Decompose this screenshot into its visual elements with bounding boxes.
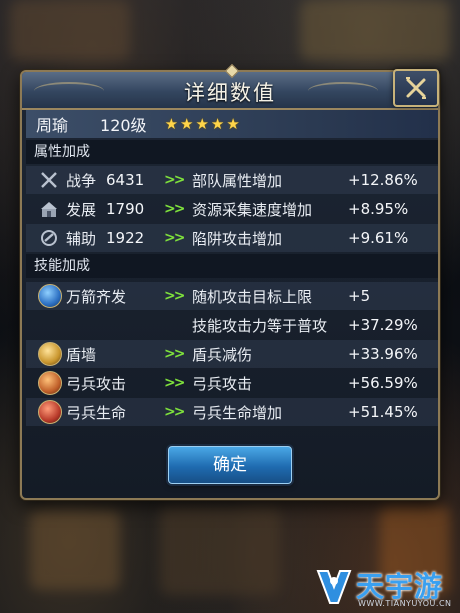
gamepad-logo-icon: [316, 570, 352, 604]
skill-section-header: 技能加成: [26, 254, 438, 278]
skill-name: 弓兵生命: [66, 403, 127, 422]
dialog-title: 详细数值: [184, 81, 276, 105]
double-chevron-right-icon: >>: [164, 230, 186, 246]
skill-row: 弓兵攻击 >> 弓兵攻击 +56.59%: [26, 369, 438, 397]
attribute-bonus: +12.86%: [348, 171, 418, 189]
attribute-bonus: +8.95%: [348, 200, 409, 218]
attribute-name: 战争: [66, 171, 97, 190]
double-chevron-right-icon: >>: [164, 201, 186, 217]
attribute-value: 1790: [106, 200, 145, 218]
close-button[interactable]: [393, 69, 439, 107]
assist-icon: [38, 227, 60, 249]
attribute-row-development: 发展 1790 >> 资源采集速度增加 +8.95%: [26, 195, 438, 223]
attribute-name: 发展: [66, 200, 97, 219]
attribute-effect: 陷阱攻击增加: [192, 229, 283, 248]
skill-effect: 弓兵生命增加: [192, 403, 283, 422]
attribute-row-assist: 辅助 1922 >> 陷阱攻击增加 +9.61%: [26, 224, 438, 252]
skill-row: 技能攻击力等于普攻 +37.29%: [26, 311, 438, 339]
star-icon: ★: [210, 115, 225, 133]
skill-effect: 随机攻击目标上限: [192, 287, 313, 306]
attribute-value: 1922: [106, 229, 145, 247]
double-chevron-right-icon: >>: [164, 346, 186, 362]
watermark-url: WWW.TIANYUYOU.CN: [358, 599, 452, 608]
star-icon: ★: [180, 115, 194, 133]
attribute-effect: 部队属性增加: [192, 171, 283, 190]
attribute-row-war: 战争 6431 >> 部队属性增加 +12.86%: [26, 166, 438, 194]
skill-bonus: +5: [348, 287, 371, 305]
development-icon: [38, 198, 60, 220]
double-chevron-right-icon: >>: [164, 172, 186, 188]
attribute-value: 6431: [106, 171, 145, 189]
double-chevron-right-icon: >>: [164, 375, 186, 391]
dialog-titlebar: 详细数值: [22, 63, 438, 110]
star-icon: ★: [164, 115, 179, 133]
skill-bonus: +37.29%: [348, 316, 418, 334]
arrow-volley-skill-icon: [38, 284, 62, 308]
skill-bonus: +33.96%: [348, 345, 418, 363]
skill-row: 盾墙 >> 盾兵减伤 +33.96%: [26, 340, 438, 368]
hero-star-rating: ★ ★ ★ ★ ★: [165, 115, 240, 133]
double-chevron-right-icon: >>: [164, 404, 186, 420]
attribute-name: 辅助: [66, 229, 97, 248]
skill-effect: 技能攻击力等于普攻: [192, 316, 328, 335]
site-watermark: 天宇游 WWW.TIANYUYOU.CN: [312, 563, 458, 611]
hero-name: 周瑜: [36, 116, 69, 135]
skill-row: 弓兵生命 >> 弓兵生命增加 +51.45%: [26, 398, 438, 426]
hero-header-row: 周瑜 120级 ★ ★ ★ ★ ★: [26, 110, 438, 138]
star-icon: ★: [195, 115, 209, 133]
double-chevron-right-icon: >>: [164, 288, 186, 304]
skill-effect: 弓兵攻击: [192, 374, 253, 393]
attribute-effect: 资源采集速度增加: [192, 200, 313, 219]
skill-row: 万箭齐发 >> 随机攻击目标上限 +5: [26, 282, 438, 310]
star-icon: ★: [226, 115, 240, 133]
attribute-bonus: +9.61%: [348, 229, 409, 247]
shield-wall-skill-icon: [38, 342, 62, 366]
archer-life-skill-icon: [38, 400, 62, 424]
crossed-swords-icon: [38, 169, 60, 191]
skill-bonus: +51.45%: [348, 403, 418, 421]
close-icon: [406, 77, 426, 99]
skill-bonus: +56.59%: [348, 374, 418, 392]
skill-effect: 盾兵减伤: [192, 345, 253, 364]
attribute-section-header: 属性加成: [26, 140, 438, 164]
skill-name: 万箭齐发: [66, 287, 127, 306]
archer-attack-skill-icon: [38, 371, 62, 395]
skill-name: 弓兵攻击: [66, 374, 127, 393]
skill-name: 盾墙: [66, 345, 97, 364]
hero-level: 120级: [100, 116, 147, 135]
confirm-button[interactable]: 确定: [168, 446, 292, 484]
